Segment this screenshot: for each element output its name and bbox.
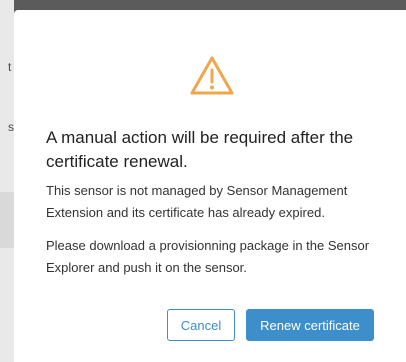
background-page: t s	[0, 0, 14, 362]
background-text-fragment: t	[8, 60, 12, 74]
cancel-button[interactable]: Cancel	[167, 309, 235, 341]
screen: t s A manual action will be required aft…	[0, 0, 406, 362]
dialog-message-instructions: Please download a provisionning package …	[46, 238, 370, 275]
dialog-message-expired: This sensor is not managed by Sensor Man…	[46, 183, 348, 220]
certificate-renewal-dialog: A manual action will be required after t…	[14, 10, 406, 362]
dialog-title: A manual action will be required after t…	[46, 128, 354, 171]
warning-triangle-icon	[188, 54, 236, 98]
renew-certificate-button[interactable]: Renew certificate	[246, 309, 374, 341]
background-band	[0, 192, 14, 248]
